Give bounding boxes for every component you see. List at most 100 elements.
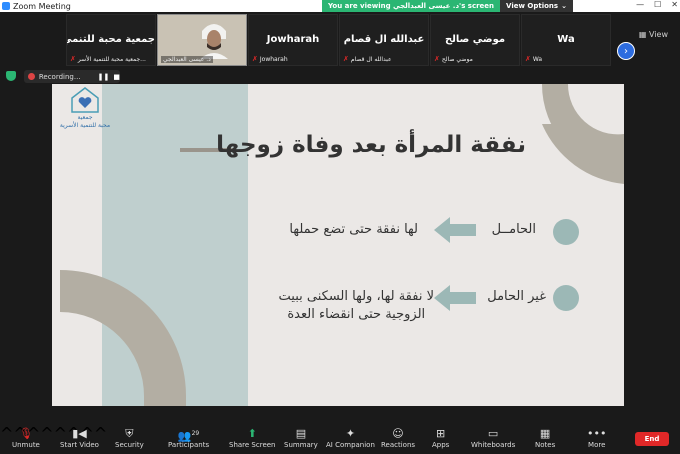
ai-companion-label: AI Companion: [326, 441, 375, 449]
stop-recording-icon[interactable]: ■: [113, 73, 120, 81]
mic-muted-icon: ✗: [70, 55, 76, 63]
participant-sub-name: د. عيسى العبدالجي: [163, 56, 211, 63]
reactions-label: Reactions: [381, 441, 416, 449]
participant-sub-name: جمعية محبة للتنمية الأسر...: [77, 55, 146, 63]
participants-button[interactable]: 👥29 Participants: [168, 427, 209, 449]
share-screen-button[interactable]: ⬆ Share Screen: [229, 427, 276, 449]
participant-caption: ✗ عبدالله ال قصام: [343, 55, 392, 63]
zoom-logo-icon: [2, 2, 10, 10]
start-video-button[interactable]: ▮◀ Start Video: [60, 427, 99, 449]
next-page-button[interactable]: ›: [617, 42, 635, 60]
notes-button[interactable]: ▦ Notes: [535, 427, 555, 449]
sparkle-icon: ✦: [345, 427, 356, 440]
apps-icon: ⊞: [436, 427, 446, 440]
more-button[interactable]: ••• More: [587, 427, 606, 449]
ai-companion-button[interactable]: ✦ AI Companion: [326, 427, 375, 449]
participant-sub-name: موضي صالح: [441, 55, 473, 63]
smiley-icon: ☺: [392, 427, 404, 440]
share-screen-label: Share Screen: [229, 441, 276, 449]
item1-label: الحامــل: [491, 222, 536, 237]
summary-label: Summary: [284, 441, 318, 449]
participant-name: موضي صالح: [444, 34, 506, 45]
item2-label: غير الحامل: [487, 289, 546, 304]
mic-muted-icon: ✗: [343, 55, 349, 63]
participant-tile[interactable]: Jowharah ✗ Jowharah: [248, 14, 338, 66]
participant-tile[interactable]: Wa ✗ Wa: [521, 14, 611, 66]
participant-sub-name: Jowharah: [259, 55, 288, 63]
grid-icon: ▦: [638, 30, 650, 39]
summary-button[interactable]: ▤ Summary: [284, 427, 318, 449]
participant-name: جمعية محبة للتنمي...: [67, 34, 155, 45]
participant-sub-name: Wa: [532, 55, 543, 63]
security-button[interactable]: ⛨ Security: [115, 427, 144, 449]
maximize-icon[interactable]: ☐: [654, 0, 661, 12]
notes-label: Notes: [535, 441, 556, 449]
minimize-icon[interactable]: —: [636, 0, 644, 12]
encryption-shield-icon[interactable]: [6, 71, 16, 81]
participant-tile[interactable]: موضي صالح ✗ موضي صالح: [430, 14, 520, 66]
view-label: View: [649, 30, 668, 39]
viewing-text: You are viewing د. عيسى العبدالجي's scre…: [322, 0, 501, 12]
participant-name: Jowharah: [266, 34, 320, 45]
security-label: Security: [115, 441, 144, 449]
whiteboards-label: Whiteboards: [471, 441, 516, 449]
meeting-toolbar: 🎙 Unmute ^ ▮◀ Start Video ^ ⛨ Security 👥…: [0, 424, 680, 454]
apps-label: Apps: [432, 441, 450, 449]
view-options-button[interactable]: View Options ⌄: [500, 0, 573, 12]
participant-name: Wa: [557, 34, 575, 45]
summary-icon: ▤: [295, 427, 307, 440]
close-icon[interactable]: ✕: [671, 0, 678, 12]
participant-tile[interactable]: عبدالله ال قصام ✗ عبدالله ال قصام: [339, 14, 429, 66]
logo-line-2: محبة للتنمية الأسرية: [59, 122, 111, 129]
shared-screen-slide: جمعية محبة للتنمية الأسرية نفقة المرأة ب…: [52, 84, 624, 406]
logo-line-1: جمعية: [77, 114, 93, 121]
viewing-banner: You are viewing د. عيسى العبدالجي's scre…: [322, 0, 573, 12]
pause-recording-icon[interactable]: ❚❚: [98, 73, 110, 81]
slide-logo: جمعية محبة للتنمية الأسرية: [54, 114, 116, 130]
mic-muted-icon: ✗: [252, 55, 258, 63]
participant-caption: د. عيسى العبدالجي: [161, 56, 213, 63]
start-video-label: Start Video: [60, 441, 99, 449]
whiteboard-icon: ▭: [487, 427, 499, 440]
recording-indicator: Recording... ❚❚ ■: [24, 70, 120, 83]
item1-text: لها نفقة حتى تضع حملها: [289, 222, 418, 237]
apps-button[interactable]: ⊞ Apps: [432, 427, 449, 449]
participant-caption: ✗ موضي صالح: [434, 55, 473, 63]
chevron-right-icon: ›: [624, 45, 628, 57]
view-toggle[interactable]: ▦ View: [639, 30, 668, 39]
more-label: More: [588, 441, 606, 449]
notes-icon: ▦: [539, 427, 551, 440]
window-title: Zoom Meeting: [13, 1, 71, 11]
item2-text-line2: الزوجية حتى انقضاء العدة: [287, 307, 426, 322]
shield-icon: ⛨: [125, 427, 134, 440]
participant-caption: ✗ Wa: [525, 55, 542, 63]
participant-sub-name: عبدالله ال قصام: [350, 55, 392, 63]
whiteboards-button[interactable]: ▭ Whiteboards: [471, 427, 515, 449]
recording-dot-icon: [28, 73, 35, 80]
slide-title: نفقة المرأة بعد وفاة زوجها: [216, 132, 526, 158]
mic-muted-icon: ✗: [525, 55, 531, 63]
view-options-label: View Options: [506, 2, 559, 10]
share-chevron-icon[interactable]: ^: [40, 424, 53, 454]
participants-label: Participants: [168, 441, 210, 449]
participants-count: 29: [191, 430, 200, 437]
reactions-button[interactable]: ☺ Reactions: [381, 427, 415, 449]
recording-label: Recording...: [38, 72, 81, 81]
participant-name: عبدالله ال قصام: [343, 34, 425, 45]
unmute-button[interactable]: 🎙 Unmute: [12, 427, 40, 449]
participant-caption: ✗ جمعية محبة للتنمية الأسر...: [70, 55, 146, 63]
end-label: End: [644, 435, 660, 443]
mic-muted-icon: ✗: [434, 55, 440, 63]
participant-video-image: [200, 17, 228, 59]
item2-text: لا نفقة لها، ولها السكنى ببيت الزوجية حت…: [279, 288, 434, 324]
participants-icon: 👥29: [177, 429, 200, 443]
participant-tile-video[interactable]: د. عيسى العبدالجي: [157, 14, 247, 66]
participant-strip: جمعية محبة للتنمي... ✗جمعية محبة للتنمية…: [0, 12, 680, 68]
video-off-icon: ▮◀: [72, 427, 87, 440]
end-meeting-button[interactable]: End: [635, 432, 669, 446]
share-screen-icon: ⬆: [247, 427, 257, 440]
item2-text-line1: لا نفقة لها، ولها السكنى ببيت: [278, 289, 434, 304]
unmute-label: Unmute: [12, 441, 40, 449]
window-controls: — ☐ ✕: [636, 0, 678, 12]
participant-tile[interactable]: جمعية محبة للتنمي... ✗جمعية محبة للتنمية…: [66, 14, 156, 66]
